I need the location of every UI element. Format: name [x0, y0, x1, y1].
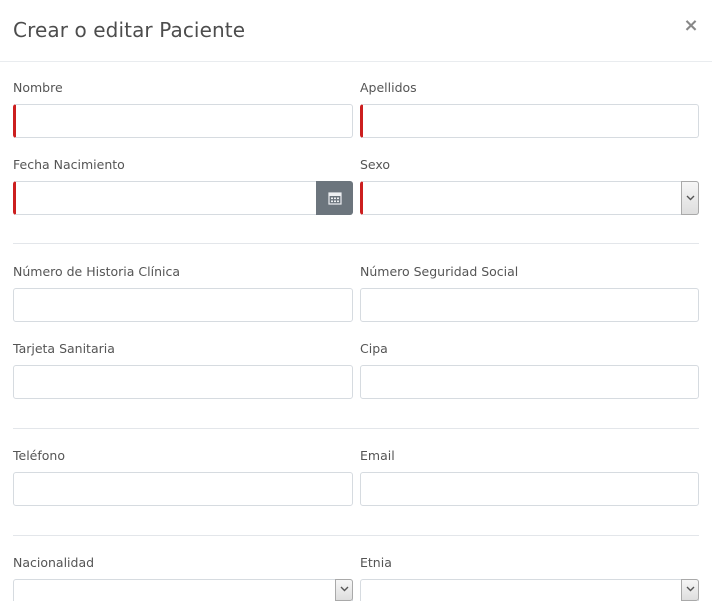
sexo-label: Sexo: [360, 157, 391, 172]
tarjeta-sanitaria-input[interactable]: [13, 365, 353, 399]
email-input[interactable]: [360, 472, 699, 506]
fecha-nacimiento-label: Fecha Nacimiento: [13, 157, 125, 172]
close-button[interactable]: ×: [683, 15, 699, 37]
etnia-dropdown-arrow[interactable]: [681, 579, 699, 601]
telefono-input[interactable]: [13, 472, 353, 506]
nacionalidad-select[interactable]: [13, 579, 353, 601]
seguridad-social-label: Número Seguridad Social: [360, 264, 519, 279]
apellidos-input[interactable]: [360, 104, 699, 138]
section-divider: [13, 535, 699, 536]
patient-modal: Crear o editar Paciente × Nombre Apellid…: [0, 0, 712, 601]
nacionalidad-label: Nacionalidad: [13, 555, 95, 570]
calendar-icon: [327, 192, 342, 205]
calendar-button[interactable]: [316, 181, 353, 215]
sexo-select[interactable]: [360, 181, 699, 215]
etnia-label: Etnia: [360, 555, 392, 570]
modal-title: Crear o editar Paciente: [13, 18, 246, 42]
nacionalidad-dropdown-arrow[interactable]: [335, 579, 353, 601]
section-divider: [13, 243, 699, 244]
apellidos-label: Apellidos: [360, 80, 417, 95]
chevron-down-icon: [686, 195, 694, 201]
fecha-nacimiento-input[interactable]: [13, 181, 353, 215]
tarjeta-sanitaria-label: Tarjeta Sanitaria: [13, 341, 115, 356]
email-label: Email: [360, 448, 395, 463]
nombre-input[interactable]: [13, 104, 353, 138]
nombre-label: Nombre: [13, 80, 63, 95]
etnia-select[interactable]: [360, 579, 699, 601]
chevron-down-icon: [340, 586, 348, 592]
historia-clinica-label: Número de Historia Clínica: [13, 264, 181, 279]
cipa-label: Cipa: [360, 341, 388, 356]
cipa-input[interactable]: [360, 365, 699, 399]
chevron-down-icon: [686, 586, 694, 592]
telefono-label: Teléfono: [13, 448, 65, 463]
sexo-dropdown-arrow[interactable]: [681, 181, 699, 215]
seguridad-social-input[interactable]: [360, 288, 699, 322]
historia-clinica-input[interactable]: [13, 288, 353, 322]
modal-header: Crear o editar Paciente ×: [0, 0, 712, 62]
section-divider: [13, 428, 699, 429]
